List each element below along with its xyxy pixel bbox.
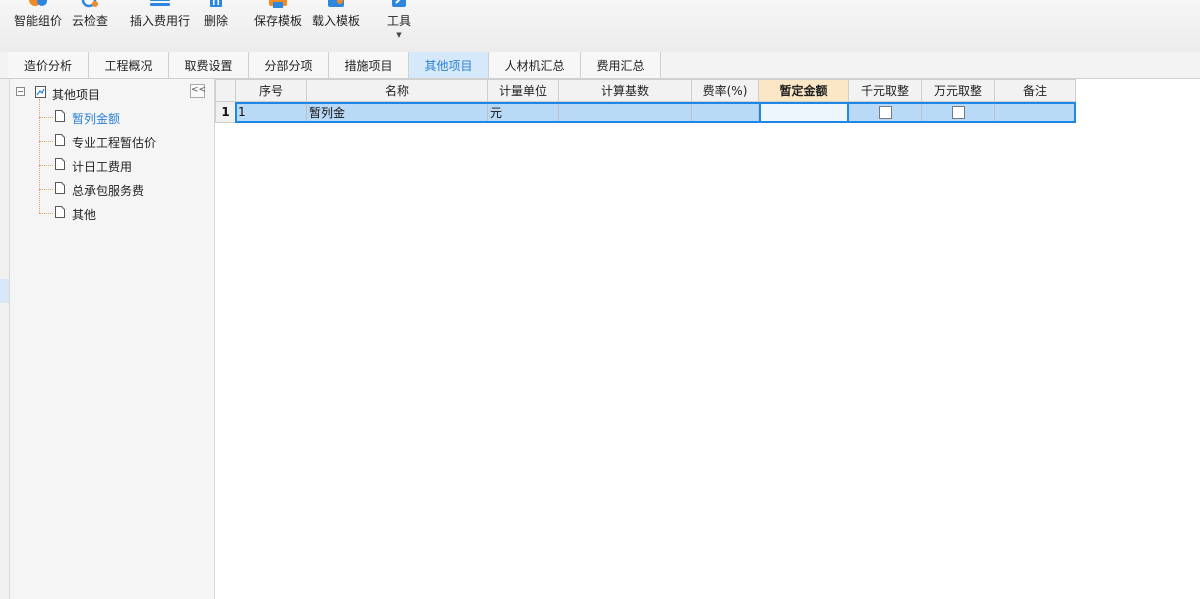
tree-item-contractor-service[interactable]: 总承包服务费 [39, 179, 209, 199]
tab-sub-items[interactable]: 分部分项 [249, 52, 329, 78]
tab-other-items[interactable]: 其他项目 [409, 52, 489, 78]
round-ten-thousand-checkbox[interactable] [951, 106, 965, 119]
tree-item-label: 专业工程暂估价 [72, 136, 157, 150]
tree-branch-line [39, 189, 53, 190]
row-number-header [215, 79, 236, 102]
col-header-rate[interactable]: 费率(%) [691, 79, 759, 102]
cell-remark[interactable] [994, 101, 1076, 123]
table-row[interactable]: 1 1 暂列金 元 [215, 101, 1076, 123]
col-header-unit[interactable]: 计量单位 [487, 79, 559, 102]
cloud-check-button[interactable]: 云检查 [68, 0, 112, 52]
cell-amount-input[interactable] [758, 101, 849, 123]
smart-pricing-icon [29, 0, 47, 6]
tree-panel: << − 其他项目 暂列金额 专业工程暂估价 计日工费用 总承包服务费 其他 [10, 79, 215, 599]
save-template-label: 保存模板 [253, 14, 302, 28]
cell-round-thousand[interactable] [848, 101, 922, 123]
load-template-label: 载入模板 [311, 14, 360, 28]
cell-round-ten-thousand[interactable] [921, 101, 995, 123]
tree-branch-line [39, 117, 53, 118]
insert-fee-row-label: 插入费用行 [129, 14, 190, 28]
tree-branch-line [39, 141, 53, 142]
col-header-round-thousand[interactable]: 千元取整 [848, 79, 922, 102]
round-thousand-checkbox[interactable] [878, 106, 892, 119]
col-header-round-ten-thousand[interactable]: 万元取整 [921, 79, 995, 102]
tree-item-daywork[interactable]: 计日工费用 [39, 155, 209, 175]
col-header-seq[interactable]: 序号 [235, 79, 307, 102]
tab-fee-settings[interactable]: 取费设置 [169, 52, 249, 78]
document-icon [55, 134, 65, 146]
document-icon [55, 206, 65, 218]
tab-project-overview[interactable]: 工程概况 [89, 52, 169, 78]
col-header-remark[interactable]: 备注 [994, 79, 1076, 102]
tools-icon [392, 0, 406, 7]
cloud-check-icon [81, 0, 98, 8]
cell-name[interactable]: 暂列金 [306, 101, 488, 123]
cell-unit[interactable]: 元 [487, 101, 559, 123]
tree-item-label: 计日工费用 [72, 160, 133, 174]
row-number[interactable]: 1 [215, 101, 236, 123]
document-icon [55, 182, 65, 194]
save-template-button[interactable]: 保存模板 [250, 0, 306, 52]
tree-item-label: 其他 [72, 208, 97, 222]
chevron-down-icon: ▼ [396, 31, 402, 39]
tab-measures[interactable]: 措施项目 [329, 52, 409, 78]
document-icon [55, 158, 65, 170]
document-icon [55, 110, 65, 122]
load-template-icon [328, 0, 344, 7]
tree-item-label: 总承包服务费 [72, 184, 145, 198]
insert-row-icon [150, 0, 170, 6]
ribbon-toolbar: 智能组价 云检查 插入费用行 删除 保存模板 载入模板 工具 ▼ [0, 0, 1200, 53]
folder-chart-icon [35, 86, 46, 98]
load-template-button[interactable]: 载入模板 [308, 0, 364, 52]
tab-cost-analysis[interactable]: 造价分析 [8, 52, 89, 78]
col-header-base[interactable]: 计算基数 [558, 79, 692, 102]
left-collapsed-strip [0, 79, 10, 599]
collapse-panel-button[interactable]: << [190, 84, 206, 98]
cloud-check-label: 云检查 [71, 14, 108, 28]
tools-label: 工具 [386, 14, 411, 28]
tree-item-other[interactable]: 其他 [39, 203, 209, 223]
printer-icon [269, 0, 287, 8]
col-header-amount[interactable]: 暂定金额 [758, 79, 849, 102]
trash-icon [210, 0, 222, 7]
left-strip-marker [0, 279, 9, 303]
tree-collapse-toggle[interactable]: − [16, 87, 25, 96]
tab-fee-summary[interactable]: 费用汇总 [581, 52, 661, 78]
smart-pricing-button[interactable]: 智能组价 [10, 0, 66, 52]
data-grid: 序号 名称 计量单位 计算基数 费率(%) 暂定金额 千元取整 万元取整 备注 … [215, 79, 1076, 123]
tab-bar: 造价分析 工程概况 取费设置 分部分项 措施项目 其他项目 人材机汇总 费用汇总 [0, 52, 1200, 79]
tree-branch-line [39, 213, 53, 214]
tree-branch-line [39, 165, 53, 166]
tree-item-label: 暂列金额 [72, 112, 121, 126]
insert-fee-row-button[interactable]: 插入费用行 [126, 0, 194, 52]
cell-rate[interactable] [691, 101, 759, 123]
tree-item-provisional-sum[interactable]: 暂列金额 [39, 107, 209, 127]
cell-base[interactable] [558, 101, 692, 123]
delete-label: 删除 [203, 14, 228, 28]
tree-item-specialty-estimate[interactable]: 专业工程暂估价 [39, 131, 209, 151]
tab-labor-material-summary[interactable]: 人材机汇总 [489, 52, 581, 78]
cell-seq[interactable]: 1 [235, 101, 307, 123]
smart-pricing-label: 智能组价 [13, 14, 62, 28]
tools-menu-button[interactable]: 工具 ▼ [382, 0, 416, 52]
tree-root-label[interactable]: 其他项目 [52, 86, 100, 103]
delete-button[interactable]: 删除 [198, 0, 234, 52]
col-header-name[interactable]: 名称 [306, 79, 488, 102]
grid-header-row: 序号 名称 计量单位 计算基数 费率(%) 暂定金额 千元取整 万元取整 备注 [215, 79, 1076, 102]
